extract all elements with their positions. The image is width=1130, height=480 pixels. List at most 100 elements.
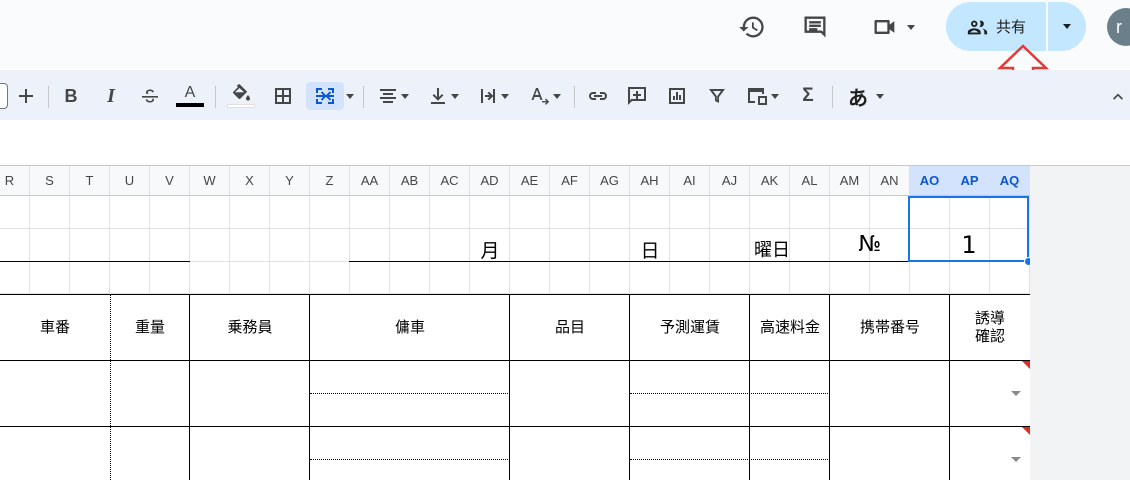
insert-chart-button[interactable] xyxy=(663,82,691,110)
column-header-af[interactable]: AF xyxy=(550,166,590,196)
chevron-down-icon xyxy=(876,93,884,99)
text-color-button[interactable]: A xyxy=(175,82,205,110)
collapse-toolbar-button[interactable] xyxy=(1106,82,1130,110)
chevron-down-icon xyxy=(1063,24,1071,29)
column-header-al[interactable]: AL xyxy=(790,166,830,196)
column-header-ad[interactable]: AD xyxy=(470,166,510,196)
merge-options-dropdown[interactable] xyxy=(344,82,356,110)
italic-button[interactable]: I xyxy=(98,82,124,110)
column-header-am[interactable]: AM xyxy=(830,166,870,196)
text-rotation-button[interactable] xyxy=(524,82,566,110)
gridline xyxy=(29,196,30,294)
column-header-aj[interactable]: AJ xyxy=(710,166,750,196)
header-charter: 傭車 xyxy=(310,294,510,360)
comments-icon[interactable] xyxy=(798,10,832,44)
sheet-grid[interactable]: 月 日 曜日 № 1 車番 重量 乗務員 傭車 品目 予測運賃 高速料金 携帯番… xyxy=(0,196,1030,480)
chart-icon xyxy=(669,88,685,104)
text-wrapping-button[interactable] xyxy=(472,82,514,110)
sigma-icon: Σ xyxy=(802,85,814,106)
gridline xyxy=(189,196,190,294)
column-header-x[interactable]: X xyxy=(230,166,270,196)
header-weight: 重量 xyxy=(110,294,190,360)
border-line xyxy=(349,261,909,262)
horizontal-align-button[interactable] xyxy=(372,82,414,110)
toolbar-divider xyxy=(215,86,216,108)
meet-video-button[interactable] xyxy=(864,10,922,44)
text-color-swatch xyxy=(176,103,204,107)
increase-font-size-button[interactable] xyxy=(14,82,38,110)
link-icon xyxy=(589,92,607,100)
validation-marker xyxy=(1022,427,1030,435)
chevron-down-icon xyxy=(770,93,779,99)
border-dotted xyxy=(310,459,510,460)
column-header-v[interactable]: V xyxy=(150,166,190,196)
bold-icon: B xyxy=(64,85,78,106)
header-mobile-number: 携帯番号 xyxy=(830,294,950,360)
share-dropdown-button[interactable] xyxy=(1048,2,1086,51)
column-header-ac[interactable]: AC xyxy=(430,166,470,196)
column-header-ao[interactable]: AO xyxy=(910,166,950,196)
insert-link-button[interactable] xyxy=(584,82,612,110)
column-header-t[interactable]: T xyxy=(70,166,110,196)
chevron-down-icon xyxy=(907,24,915,30)
gridline xyxy=(309,196,310,294)
insert-comment-button[interactable] xyxy=(623,82,651,110)
vertical-align-button[interactable] xyxy=(422,82,464,110)
header-mobile-number-text: 携帯番号 xyxy=(859,318,920,336)
bold-button[interactable]: B xyxy=(58,82,84,110)
borders-button[interactable] xyxy=(270,82,296,110)
column-header-aa[interactable]: AA xyxy=(350,166,390,196)
borders-icon xyxy=(275,88,291,104)
chevron-down-icon xyxy=(552,93,561,99)
border-line xyxy=(0,261,190,262)
table-view-icon xyxy=(747,88,767,105)
cell-number-label: № xyxy=(858,232,882,257)
gridline xyxy=(0,228,1030,229)
column-header-w[interactable]: W xyxy=(190,166,230,196)
selection-fill-handle[interactable] xyxy=(1024,257,1030,266)
column-header-r[interactable]: R xyxy=(0,166,30,196)
column-header-ab[interactable]: AB xyxy=(390,166,430,196)
column-header-z[interactable]: Z xyxy=(310,166,350,196)
filter-views-button[interactable] xyxy=(740,82,784,110)
column-header-u[interactable]: U xyxy=(110,166,150,196)
strikethrough-button[interactable] xyxy=(137,82,163,110)
cell-month: 月 xyxy=(480,240,500,262)
merge-cells-button[interactable] xyxy=(306,82,344,110)
column-header-ai[interactable]: AI xyxy=(670,166,710,196)
align-center-icon xyxy=(379,89,396,103)
gridline xyxy=(349,196,350,294)
functions-button[interactable]: Σ xyxy=(794,82,822,110)
column-header-s[interactable]: S xyxy=(30,166,70,196)
column-header-ag[interactable]: AG xyxy=(590,166,630,196)
font-size-input[interactable] xyxy=(0,83,8,109)
header-estimated-fare: 予測運賃 xyxy=(630,294,750,360)
input-tools-button[interactable]: あ xyxy=(842,82,890,110)
dropdown-arrow-icon[interactable] xyxy=(1011,391,1021,396)
validation-marker xyxy=(1022,361,1030,369)
create-filter-button[interactable] xyxy=(703,82,731,110)
column-header-ae[interactable]: AE xyxy=(510,166,550,196)
gridline xyxy=(109,196,110,294)
avatar[interactable]: r xyxy=(1107,8,1130,46)
header-crew: 乗務員 xyxy=(190,294,310,360)
header-item: 品目 xyxy=(510,294,630,360)
top-bar: 共有 r xyxy=(0,0,1130,96)
version-history-icon[interactable] xyxy=(735,10,769,44)
column-header-ah[interactable]: AH xyxy=(630,166,670,196)
fill-color-button[interactable] xyxy=(226,82,256,110)
gridline xyxy=(69,196,70,294)
dropdown-arrow-icon[interactable] xyxy=(1011,457,1021,462)
gridline xyxy=(549,196,550,294)
border-dotted xyxy=(630,459,830,460)
column-header-an[interactable]: AN xyxy=(870,166,910,196)
toolbar-divider xyxy=(574,86,575,108)
header-car-number: 車番 xyxy=(0,294,110,360)
text-wrap-icon xyxy=(480,89,495,103)
gridline xyxy=(269,196,270,294)
column-header-ak[interactable]: AK xyxy=(750,166,790,196)
column-header-ap[interactable]: AP xyxy=(950,166,990,196)
column-header-aq[interactable]: AQ xyxy=(990,166,1030,196)
border-line xyxy=(0,360,1030,361)
column-header-y[interactable]: Y xyxy=(270,166,310,196)
